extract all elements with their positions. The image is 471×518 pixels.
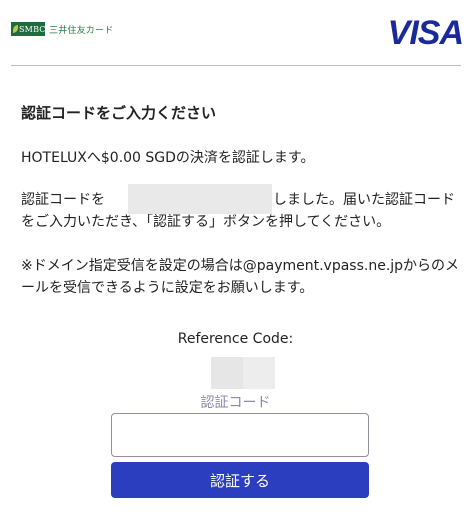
smbc-mark: SMBC <box>11 22 45 36</box>
domain-notice: ※ドメイン指定受信を設定の場合は@payment.vpass.ne.jpからのメ… <box>21 258 460 296</box>
auth-code-input[interactable] <box>111 413 369 457</box>
reference-code-value <box>211 357 275 389</box>
page-title: 認証コードをご入力ください <box>21 104 217 122</box>
reference-code-label: Reference Code: <box>177 331 294 347</box>
header-divider <box>11 65 461 66</box>
header: SMBC 三井住友カード VISA <box>0 0 471 64</box>
payment-description: HOTELUXへ$0.00 SGDの決済を認証します。 <box>21 150 315 166</box>
visa-logo: VISA <box>387 14 464 52</box>
authenticate-button[interactable]: 認証する <box>111 462 369 498</box>
masked-destination <box>128 184 272 214</box>
smbc-card-name: 三井住友カード <box>49 25 114 36</box>
smbc-logo: SMBC 三井住友カード <box>11 22 113 36</box>
code-field-label: 認証コード <box>200 395 271 411</box>
